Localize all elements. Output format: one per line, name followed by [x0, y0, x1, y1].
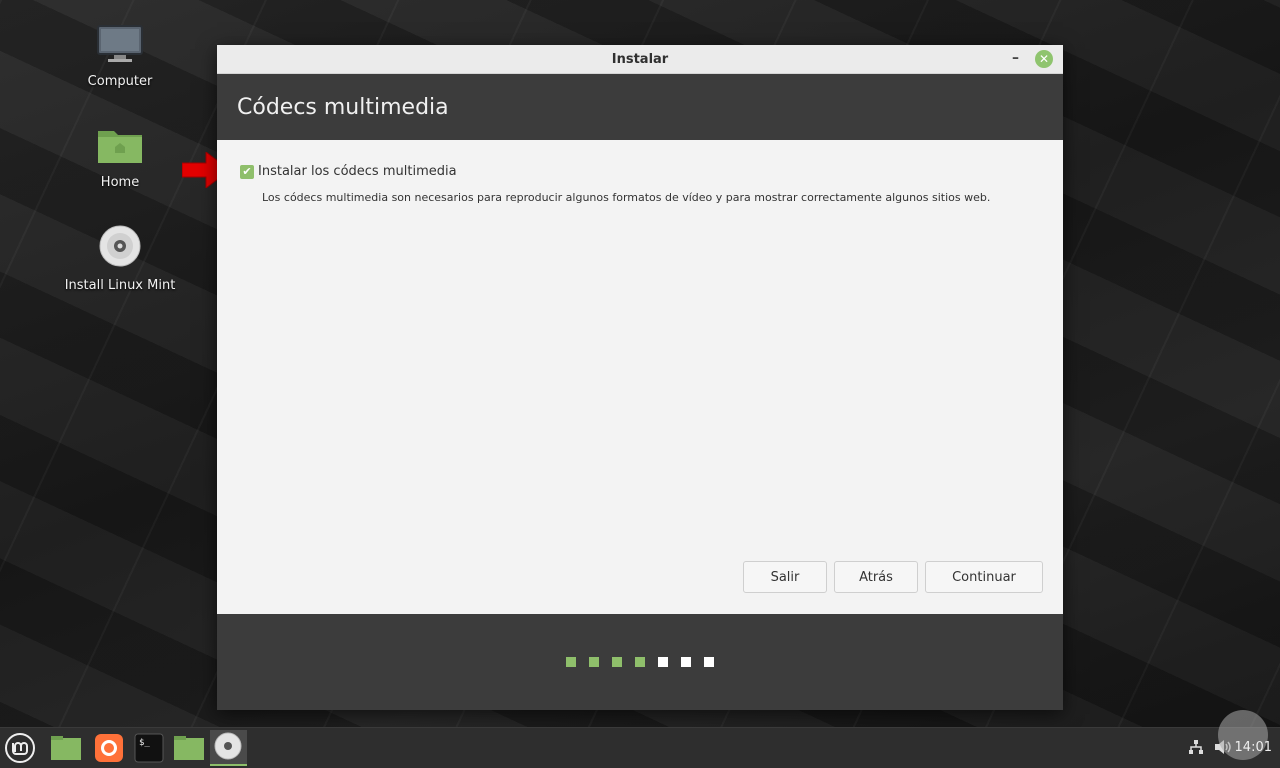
- content-area: ✔ Instalar los códecs multimedia Los cód…: [217, 140, 1063, 614]
- progress-step-dot: [658, 657, 668, 667]
- disc-icon: [99, 225, 141, 267]
- desktop-icon-home[interactable]: Home: [45, 125, 195, 190]
- quit-button[interactable]: Salir: [743, 561, 827, 593]
- desktop-icon-computer[interactable]: Computer: [45, 24, 195, 89]
- firefox-icon[interactable]: [93, 732, 125, 764]
- progress-step-dot: [681, 657, 691, 667]
- install-codecs-option[interactable]: ✔ Instalar los códecs multimedia: [240, 164, 457, 179]
- computer-icon: [97, 25, 143, 62]
- svg-text:$_: $_: [139, 738, 150, 748]
- progress-step-dot: [589, 657, 599, 667]
- desktop-icon-label: Home: [100, 175, 140, 190]
- progress-step-dot: [635, 657, 645, 667]
- page-title: Códecs multimedia: [237, 94, 449, 120]
- continue-button[interactable]: Continuar: [925, 561, 1043, 593]
- progress-footer: [217, 614, 1063, 710]
- minimize-button[interactable]: –: [1012, 50, 1019, 66]
- clock[interactable]: 14:01: [1235, 740, 1272, 755]
- window-title: Instalar: [611, 51, 669, 67]
- progress-step-dot: [612, 657, 622, 667]
- install-codecs-label[interactable]: Instalar los códecs multimedia: [258, 164, 457, 179]
- network-icon[interactable]: [1188, 739, 1204, 755]
- page-header: Códecs multimedia: [217, 74, 1063, 140]
- close-button[interactable]: ✕: [1035, 50, 1053, 68]
- progress-step-dot: [566, 657, 576, 667]
- disc-icon: [214, 732, 242, 760]
- terminal-icon[interactable]: $_: [133, 732, 165, 764]
- step-progress-indicator: [560, 657, 721, 667]
- taskbar: $_ 14:01: [0, 710, 1280, 768]
- desktop-icon-label: Install Linux Mint: [64, 278, 176, 293]
- installer-window: Instalar – ✕ Códecs multimedia ✔ Instala…: [217, 45, 1063, 710]
- files-icon[interactable]: [50, 732, 82, 764]
- progress-step-dot: [704, 657, 714, 667]
- back-button[interactable]: Atrás: [834, 561, 918, 593]
- install-codecs-checkbox[interactable]: ✔: [240, 164, 254, 179]
- taskbar-installer-item[interactable]: [210, 730, 247, 766]
- desktop-icon-install[interactable]: Install Linux Mint: [45, 224, 195, 293]
- mint-menu-icon[interactable]: [4, 732, 36, 764]
- window-titlebar[interactable]: Instalar – ✕: [217, 45, 1063, 74]
- home-folder-icon: [98, 131, 142, 163]
- codecs-description: Los códecs multimedia son necesarios par…: [262, 191, 991, 204]
- folder-icon[interactable]: [173, 732, 205, 764]
- desktop-icon-label: Computer: [87, 74, 153, 89]
